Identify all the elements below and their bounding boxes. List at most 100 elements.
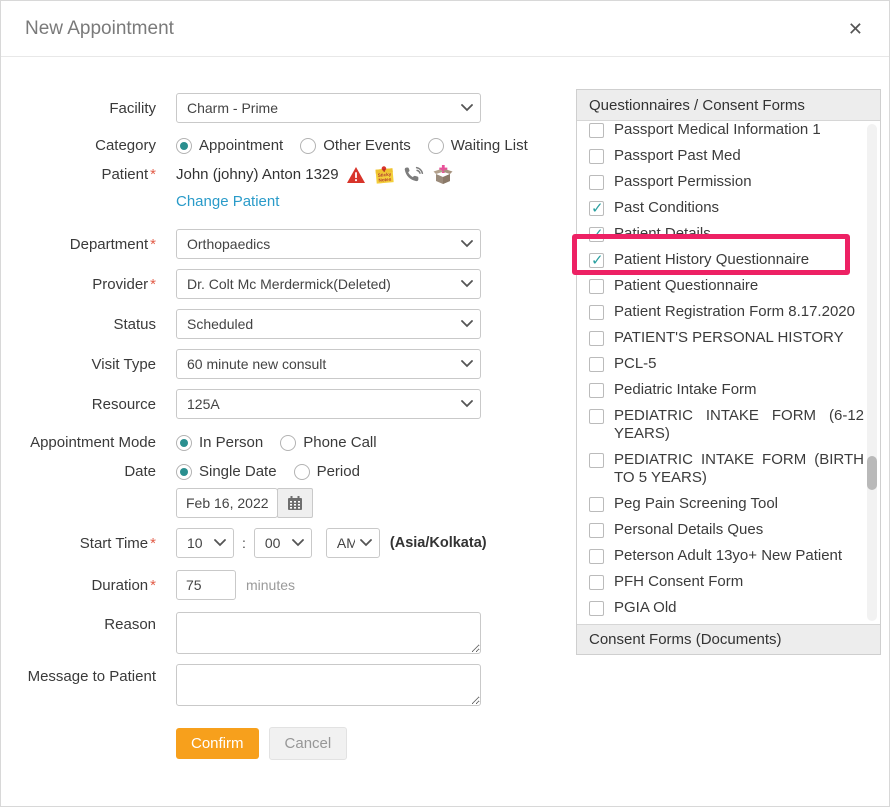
minute-select-wrap: 00 (254, 528, 312, 558)
phone-icon[interactable] (403, 165, 425, 184)
radio-option[interactable]: Other Events (300, 137, 411, 154)
checkbox-icon[interactable] (589, 331, 604, 346)
department-select-wrap: Orthopaedics (176, 229, 481, 259)
questionnaire-list: Passport Medical Information 1 Passport … (577, 121, 880, 624)
questionnaire-item[interactable]: Passport Medical Information 1 (589, 121, 864, 139)
questionnaire-item[interactable]: Passport Past Med (589, 147, 864, 165)
questionnaire-item[interactable]: PEDIATRIC INTAKE FORM (BIRTH TO 5 YEARS) (589, 451, 864, 487)
confirm-button[interactable]: Confirm (176, 728, 259, 759)
checkbox-icon[interactable] (589, 305, 604, 320)
radio-icon (300, 138, 316, 154)
provider-label: Provider* (1, 276, 176, 293)
checkbox-icon[interactable] (589, 175, 604, 190)
minute-select[interactable]: 00 (254, 528, 312, 558)
checkbox-icon[interactable] (589, 549, 604, 564)
checkbox-icon[interactable] (589, 383, 604, 398)
resource-select[interactable]: 125A (176, 389, 481, 419)
facility-row: Facility Charm - Prime (1, 93, 566, 123)
dialog-title: New Appointment (25, 18, 174, 40)
start-time-row: Start Time* 10 : 00 AM (Asia/Kolkata) (1, 528, 566, 558)
message-to-patient-textarea[interactable] (176, 664, 481, 706)
visit-type-select-wrap: 60 minute new consult (176, 349, 481, 379)
checkbox-icon[interactable] (589, 497, 604, 512)
checkbox-icon[interactable] (589, 601, 604, 616)
questionnaire-item[interactable]: Peterson Adult 13yo+ New Patient (589, 547, 864, 565)
visit-type-select[interactable]: 60 minute new consult (176, 349, 481, 379)
questionnaire-item[interactable]: Patient Registration Form 8.17.2020 (589, 303, 864, 321)
package-icon[interactable] (432, 164, 454, 185)
duration-row: Duration* minutes (1, 570, 566, 600)
dialog-header: New Appointment ✕ (1, 1, 889, 57)
questionnaire-item[interactable]: Patient Questionnaire (589, 277, 864, 295)
change-patient-row: Change Patient (1, 193, 566, 210)
questionnaire-item[interactable]: PEDIATRIC INTAKE FORM (6-12 YEARS) (589, 407, 864, 443)
calendar-icon[interactable] (277, 488, 313, 518)
duration-label: Duration* (1, 577, 176, 594)
facility-select[interactable]: Charm - Prime (176, 93, 481, 123)
questionnaire-item[interactable]: Peg Pain Screening Tool (589, 495, 864, 513)
questionnaire-item[interactable]: Past Conditions (589, 199, 864, 217)
warning-icon[interactable] (346, 166, 366, 184)
provider-select[interactable]: Dr. Colt Mc Merdermick(Deleted) (176, 269, 481, 299)
checkbox-icon[interactable] (589, 523, 604, 538)
radio-icon (176, 138, 192, 154)
timezone-label: (Asia/Kolkata) (390, 535, 487, 551)
reason-row: Reason (1, 612, 566, 654)
questionnaire-item[interactable]: Personal Details Ques (589, 521, 864, 539)
questionnaire-item[interactable]: Pediatric Intake Form (589, 381, 864, 399)
status-select[interactable]: Scheduled (176, 309, 481, 339)
resource-label: Resource (1, 396, 176, 413)
checkbox-icon[interactable] (589, 409, 604, 424)
scrollbar[interactable] (867, 124, 877, 621)
close-icon[interactable]: ✕ (848, 20, 863, 38)
category-row: Category Appointment Other Events Waitin… (1, 137, 566, 154)
radio-option[interactable]: In Person (176, 434, 263, 451)
sticky-notes-icon[interactable]: StickyNotes (373, 164, 396, 185)
status-row: Status Scheduled (1, 309, 566, 339)
scrollbar-thumb[interactable] (867, 456, 877, 490)
status-select-wrap: Scheduled (176, 309, 481, 339)
hour-select-wrap: 10 (176, 528, 234, 558)
radio-icon (294, 464, 310, 480)
cancel-button[interactable]: Cancel (269, 727, 348, 760)
radio-option[interactable]: Waiting List (428, 137, 528, 154)
duration-input[interactable] (176, 570, 236, 600)
appointment-mode-row: Appointment Mode In Person Phone Call (1, 434, 566, 451)
checkbox-icon[interactable] (589, 279, 604, 294)
radio-option[interactable]: Period (294, 463, 360, 480)
department-select[interactable]: Orthopaedics (176, 229, 481, 259)
checkbox-icon[interactable] (589, 149, 604, 164)
radio-option[interactable]: Appointment (176, 137, 283, 154)
hour-select[interactable]: 10 (176, 528, 234, 558)
questionnaire-item[interactable]: PCL-5 (589, 355, 864, 373)
meridiem-select[interactable]: AM (326, 528, 380, 558)
questionnaire-item[interactable]: PATIENT'S PERSONAL HISTORY (589, 329, 864, 347)
checkbox-icon[interactable] (589, 253, 604, 268)
questionnaire-item[interactable]: PGIA Old (589, 599, 864, 617)
checkbox-icon[interactable] (589, 453, 604, 468)
questionnaire-item[interactable]: PFH Consent Form (589, 573, 864, 591)
message-to-patient-label: Message to Patient (1, 664, 176, 685)
provider-select-wrap: Dr. Colt Mc Merdermick(Deleted) (176, 269, 481, 299)
checkbox-icon[interactable] (589, 201, 604, 216)
consent-forms-section-header[interactable]: Consent Forms (Documents) (577, 624, 880, 654)
radio-option[interactable]: Single Date (176, 463, 277, 480)
facility-select-wrap: Charm - Prime (176, 93, 481, 123)
change-patient-link[interactable]: Change Patient (176, 193, 279, 210)
checkbox-icon[interactable] (589, 357, 604, 372)
department-label: Department* (1, 236, 176, 253)
questionnaire-item[interactable]: Patient History Questionnaire (589, 251, 864, 269)
radio-option[interactable]: Phone Call (280, 434, 376, 451)
checkbox-icon[interactable] (589, 123, 604, 138)
meridiem-select-wrap: AM (326, 528, 380, 558)
patient-label: Patient* (1, 166, 176, 183)
department-row: Department* Orthopaedics (1, 229, 566, 259)
checkbox-icon[interactable] (589, 575, 604, 590)
reason-textarea[interactable] (176, 612, 481, 654)
date-input[interactable] (176, 488, 278, 518)
checkbox-icon[interactable] (589, 227, 604, 242)
questionnaire-item[interactable]: Patient Details (589, 225, 864, 243)
visit-type-row: Visit Type 60 minute new consult (1, 349, 566, 379)
questionnaire-item[interactable]: Passport Permission (589, 173, 864, 191)
appointment-mode-radio-group: In Person Phone Call (176, 434, 394, 451)
